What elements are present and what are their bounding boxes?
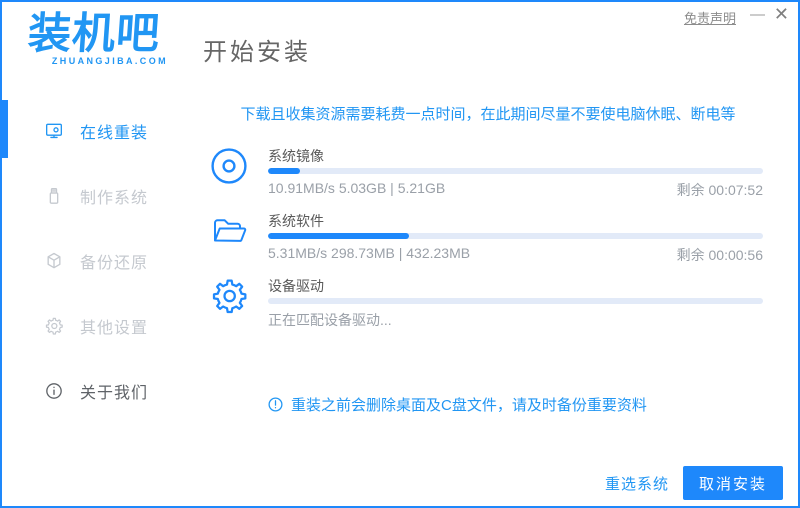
backup-warning-text: 重装之前会删除桌面及C盘文件，请及时备份重要资料 — [291, 397, 647, 414]
progress-bar — [268, 298, 763, 304]
sidebar-item-label: 制作系统 — [80, 190, 149, 207]
monitor-icon — [44, 121, 64, 141]
section-system-image: 系统镜像 10.91MB/s 5.03GB | 5.21GB 剩余 00:07:… — [209, 148, 764, 213]
sidebar-item-label: 关于我们 — [80, 385, 149, 402]
page-title: 开始安装 — [203, 39, 311, 66]
section-remaining-time: 剩余 00:00:56 — [676, 247, 763, 263]
app-logo-text: 装机吧 — [26, 10, 162, 58]
section-title: 设备驱动 — [268, 278, 324, 294]
sidebar-item-backup-restore[interactable]: 备份还原 — [2, 241, 200, 281]
section-device-drivers: 设备驱动 正在匹配设备驱动... — [209, 278, 764, 343]
sidebar-item-other-settings[interactable]: 其他设置 — [2, 306, 200, 346]
cancel-install-button[interactable]: 取消安装 — [683, 466, 783, 500]
installer-window: 装机吧 ZHUANGJIBA.COM 开始安装 免责声明 — ✕ 在线重装 制作… — [0, 0, 800, 508]
gear-icon — [44, 316, 64, 336]
reselect-system-button[interactable]: 重选系统 — [605, 473, 669, 494]
section-title: 系统镜像 — [268, 148, 324, 164]
progress-bar-fill — [268, 168, 301, 174]
disclaimer-link[interactable]: 免责声明 — [684, 8, 736, 27]
sidebar-item-label: 其他设置 — [80, 320, 149, 337]
progress-bar-fill — [268, 233, 410, 239]
sidebar-item-label: 在线重装 — [80, 125, 149, 142]
disc-icon — [209, 146, 249, 186]
section-system-software: 系统软件 5.31MB/s 298.73MB | 432.23MB 剩余 00:… — [209, 213, 764, 278]
section-stats: 5.31MB/s 298.73MB | 432.23MB — [268, 245, 471, 261]
sidebar-item-online-reinstall[interactable]: 在线重装 — [2, 111, 200, 151]
folder-icon — [209, 211, 249, 251]
sidebar-item-about-us[interactable]: 关于我们 — [2, 371, 200, 411]
section-title: 系统软件 — [268, 213, 324, 229]
info-icon — [44, 381, 64, 401]
download-notice: 下载且收集资源需要耗费一点时间，在此期间尽量不要使电脑休眠、断电等 — [240, 106, 736, 123]
usb-icon — [44, 186, 64, 206]
close-button[interactable]: ✕ — [774, 4, 789, 24]
warning-circle-icon — [267, 396, 284, 413]
progress-bar — [268, 168, 763, 174]
app-logo: 装机吧 ZHUANGJIBA.COM — [26, 10, 168, 66]
gear-icon — [209, 276, 249, 316]
download-sections: 系统镜像 10.91MB/s 5.03GB | 5.21GB 剩余 00:07:… — [209, 148, 764, 343]
minimize-button[interactable]: — — [750, 5, 765, 25]
section-remaining-time: 剩余 00:07:52 — [676, 182, 763, 198]
backup-warning-note: 重装之前会删除桌面及C盘文件，请及时备份重要资料 — [267, 394, 647, 415]
section-stats: 正在匹配设备驱动... — [268, 312, 392, 328]
progress-bar — [268, 233, 763, 239]
backup-box-icon — [44, 251, 64, 271]
section-stats: 10.91MB/s 5.03GB | 5.21GB — [268, 180, 446, 196]
sidebar-item-label: 备份还原 — [80, 255, 149, 272]
sidebar-item-make-system[interactable]: 制作系统 — [2, 176, 200, 216]
